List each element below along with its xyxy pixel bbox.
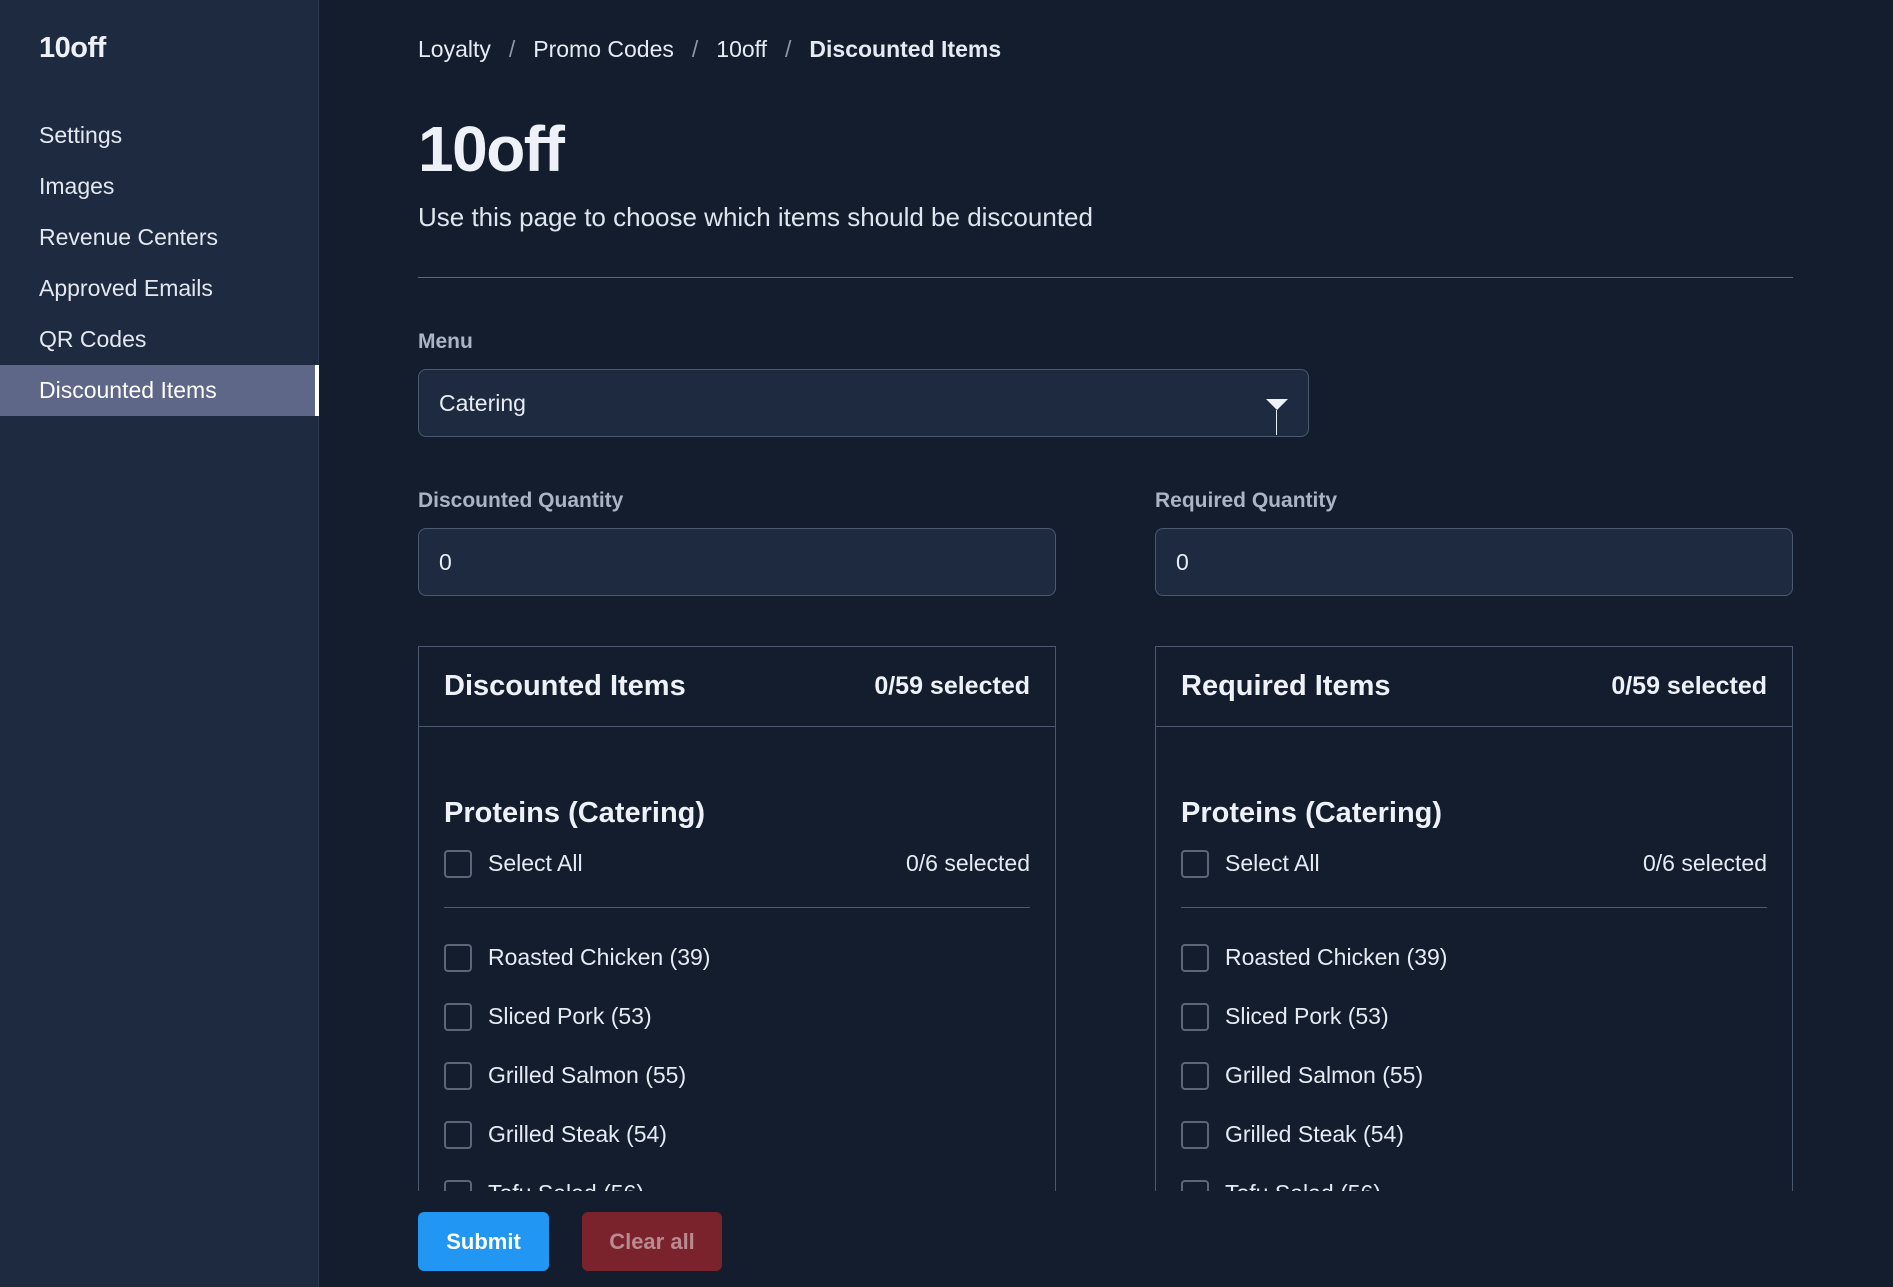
panel-header: Discounted Items 0/59 selected (419, 647, 1055, 727)
select-all-label[interactable]: Select All (488, 850, 583, 877)
page-subtitle: Use this page to choose which items shou… (418, 202, 1093, 232)
select-all-checkbox[interactable] (1181, 850, 1209, 878)
item-checkbox[interactable] (1181, 1002, 1209, 1031)
item-label[interactable]: Roasted Chicken (39) (488, 944, 710, 971)
breadcrumb-current: Discounted Items (809, 36, 1002, 62)
sidebar-item-images[interactable]: Images (0, 161, 319, 212)
sidebar-item-approved-emails[interactable]: Approved Emails (0, 263, 319, 314)
list-item: Sliced Pork (53) (1181, 987, 1767, 1046)
item-checkbox[interactable] (444, 943, 472, 972)
item-checkbox[interactable] (1181, 1179, 1209, 1191)
required-quantity-input[interactable]: 0 (1155, 528, 1793, 596)
item-label[interactable]: Grilled Salmon (55) (488, 1062, 686, 1089)
list-item: Tofu Salad (56) (444, 1164, 1030, 1191)
item-group: Proteins (Catering) Select All 0/6 selec… (1156, 797, 1792, 1191)
header-divider (418, 277, 1793, 278)
item-checkbox[interactable] (1181, 943, 1209, 972)
clear-all-button[interactable]: Clear all (582, 1212, 722, 1271)
list-item: Grilled Salmon (55) (444, 1046, 1030, 1105)
sidebar-nav: Settings Images Revenue Centers Approved… (0, 110, 319, 416)
list-item: Grilled Salmon (55) (1181, 1046, 1767, 1105)
discounted-quantity-input[interactable]: 0 (418, 528, 1056, 596)
breadcrumb-loyalty[interactable]: Loyalty (418, 36, 491, 63)
item-checkbox[interactable] (444, 1120, 472, 1149)
text-cursor (1276, 410, 1277, 435)
list-item: Grilled Steak (54) (1181, 1105, 1767, 1164)
select-all-row: Select All 0/6 selected (1181, 850, 1767, 908)
submit-button[interactable]: Submit (418, 1212, 549, 1271)
item-checkbox[interactable] (444, 1061, 472, 1090)
group-title: Proteins (Catering) (444, 797, 706, 829)
item-checkbox[interactable] (444, 1179, 472, 1191)
item-label[interactable]: Sliced Pork (53) (488, 1003, 652, 1030)
group-selected-count: 0/6 selected (905, 850, 1030, 876)
group-selected-count: 0/6 selected (1642, 850, 1767, 876)
item-label[interactable]: Tofu Salad (56) (488, 1180, 644, 1191)
selected-count: 0/59 selected (1611, 672, 1767, 700)
panel-title: Required Items (1181, 670, 1391, 702)
breadcrumb-10off[interactable]: 10off (716, 36, 767, 63)
menu-select[interactable]: Catering (418, 369, 1309, 437)
breadcrumb-separator: / (691, 36, 699, 62)
list-item: Roasted Chicken (39) (444, 928, 1030, 987)
panel-header: Required Items 0/59 selected (1156, 647, 1792, 727)
breadcrumb-promo-codes[interactable]: Promo Codes (533, 36, 674, 63)
item-checkbox[interactable] (1181, 1120, 1209, 1149)
item-checkbox[interactable] (444, 1002, 472, 1031)
item-label[interactable]: Tofu Salad (56) (1225, 1180, 1381, 1191)
item-label[interactable]: Grilled Steak (54) (488, 1121, 667, 1148)
select-all-checkbox[interactable] (444, 850, 472, 878)
discounted-quantity-label: Discounted Quantity (418, 489, 624, 512)
list-item: Tofu Salad (56) (1181, 1164, 1767, 1191)
required-items-panel: Required Items 0/59 selected Proteins (C… (1155, 646, 1793, 1191)
list-item: Sliced Pork (53) (444, 987, 1030, 1046)
sidebar: 10off Settings Images Revenue Centers Ap… (0, 0, 319, 1287)
breadcrumb: Loyalty / Promo Codes / 10off / Discount… (418, 36, 1001, 63)
sidebar-item-revenue-centers[interactable]: Revenue Centers (0, 212, 319, 263)
discounted-items-panel: Discounted Items 0/59 selected Proteins … (418, 646, 1056, 1191)
page-title: 10off (418, 113, 565, 185)
panel-title: Discounted Items (444, 670, 686, 702)
item-label[interactable]: Grilled Salmon (55) (1225, 1062, 1423, 1089)
breadcrumb-separator: / (785, 36, 792, 62)
select-all-row: Select All 0/6 selected (444, 850, 1030, 908)
item-label[interactable]: Sliced Pork (53) (1225, 1003, 1389, 1030)
breadcrumb-separator: / (508, 36, 516, 62)
sidebar-item-qr-codes[interactable]: QR Codes (0, 314, 319, 365)
required-quantity-label: Required Quantity (1155, 489, 1338, 512)
menu-label: Menu (418, 330, 473, 353)
chevron-down-icon (1266, 399, 1288, 410)
selected-count: 0/59 selected (874, 672, 1030, 700)
list-item: Roasted Chicken (39) (1181, 928, 1767, 987)
menu-select-value: Catering (439, 390, 526, 416)
select-all-label[interactable]: Select All (1225, 850, 1320, 877)
group-title: Proteins (Catering) (1181, 797, 1443, 829)
item-checkbox[interactable] (1181, 1061, 1209, 1090)
list-item: Grilled Steak (54) (444, 1105, 1030, 1164)
main-content: Loyalty / Promo Codes / 10off / Discount… (418, 0, 1793, 1287)
item-group: Proteins (Catering) Select All 0/6 selec… (419, 797, 1055, 1191)
app-brand: 10off (39, 32, 106, 64)
sidebar-item-discounted-items[interactable]: Discounted Items (0, 365, 319, 416)
item-label[interactable]: Grilled Steak (54) (1225, 1121, 1404, 1148)
item-label[interactable]: Roasted Chicken (39) (1225, 944, 1447, 971)
sidebar-item-settings[interactable]: Settings (0, 110, 319, 161)
